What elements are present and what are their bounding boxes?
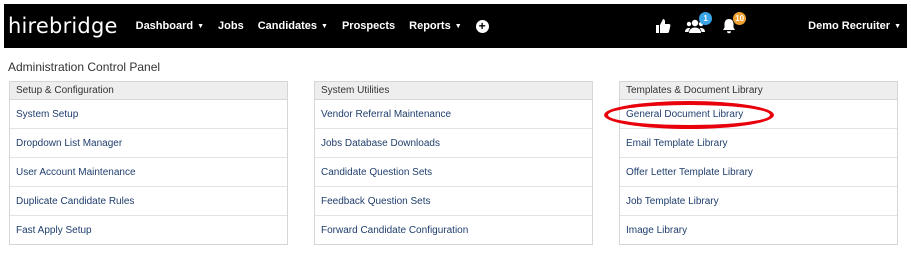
nav-jobs[interactable]: Jobs: [218, 20, 244, 32]
link-system-setup[interactable]: System Setup: [10, 100, 287, 129]
top-navbar: hirebridge Dashboard ▼ Jobs Candidates ▼…: [4, 4, 907, 48]
link-job-template-library[interactable]: Job Template Library: [620, 187, 897, 216]
link-candidate-question-sets[interactable]: Candidate Question Sets: [315, 158, 592, 187]
nav-candidates-label: Candidates: [257, 20, 318, 32]
brand-logo[interactable]: hirebridge: [8, 14, 118, 38]
page-title: Administration Control Panel: [8, 60, 161, 74]
link-forward-candidate-configuration[interactable]: Forward Candidate Configuration: [315, 216, 592, 245]
nav-dashboard[interactable]: Dashboard ▼: [136, 20, 204, 32]
link-vendor-referral-maintenance[interactable]: Vendor Referral Maintenance: [315, 100, 592, 129]
users-badge: 1: [699, 12, 713, 25]
user-name: Demo Recruiter: [808, 20, 891, 32]
link-dropdown-list-manager[interactable]: Dropdown List Manager: [10, 129, 287, 158]
bell-badge: 10: [733, 12, 747, 25]
panel-system-utilities: System Utilities Vendor Referral Mainten…: [314, 81, 593, 245]
caret-down-icon: ▼: [321, 22, 328, 30]
panel-heading: Setup & Configuration: [10, 82, 287, 100]
nav-dashboard-label: Dashboard: [135, 20, 194, 32]
nav-reports-label: Reports: [409, 20, 451, 32]
nav-reports[interactable]: Reports ▼: [409, 20, 462, 32]
panel-heading: System Utilities: [315, 82, 592, 100]
link-duplicate-candidate-rules[interactable]: Duplicate Candidate Rules: [10, 187, 287, 216]
thumbs-up-icon[interactable]: [652, 15, 674, 37]
link-image-library[interactable]: Image Library: [620, 216, 897, 245]
nav-candidates[interactable]: Candidates ▼: [258, 20, 328, 32]
panel-setup-configuration: Setup & Configuration System Setup Dropd…: [9, 81, 288, 245]
link-email-template-library[interactable]: Email Template Library: [620, 129, 897, 158]
nav-right-group: 1 10 Demo Recruiter ▼: [652, 4, 907, 48]
bell-icon[interactable]: 10: [718, 12, 747, 37]
nav-jobs-label: Jobs: [218, 20, 244, 32]
panel-heading: Templates & Document Library: [620, 82, 897, 100]
caret-down-icon: ▼: [454, 22, 462, 30]
link-offer-letter-template-library[interactable]: Offer Letter Template Library: [620, 158, 897, 187]
nav-prospects-label: Prospects: [341, 20, 396, 32]
link-feedback-question-sets[interactable]: Feedback Question Sets: [315, 187, 592, 216]
highlight-annotation-oval: [604, 101, 774, 129]
link-fast-apply-setup[interactable]: Fast Apply Setup: [10, 216, 287, 245]
link-user-account-maintenance[interactable]: User Account Maintenance: [10, 158, 287, 187]
add-plus-icon[interactable]: +: [475, 19, 489, 33]
nav-prospects[interactable]: Prospects: [342, 20, 395, 32]
link-jobs-database-downloads[interactable]: Jobs Database Downloads: [315, 129, 592, 158]
caret-down-icon: ▼: [894, 22, 901, 30]
user-menu[interactable]: Demo Recruiter ▼: [808, 20, 901, 32]
caret-down-icon: ▼: [197, 22, 205, 30]
users-icon[interactable]: 1: [684, 12, 713, 37]
